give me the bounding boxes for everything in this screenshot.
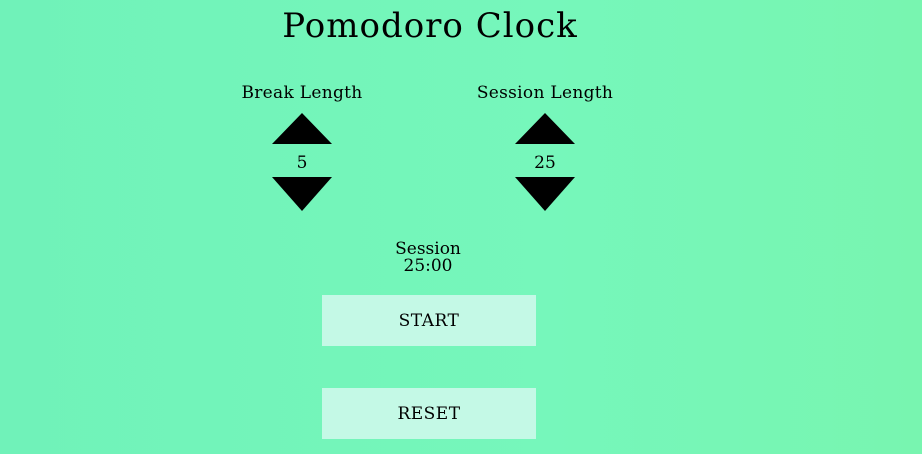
session-length-label: Session Length <box>476 83 614 103</box>
timer-time: 25:00 <box>403 256 453 276</box>
session-decrement-icon[interactable] <box>515 177 575 211</box>
reset-button[interactable]: RESET <box>322 388 536 439</box>
session-length-value: 25 <box>534 153 556 173</box>
page-title: Pomodoro Clock <box>282 6 578 46</box>
session-length-control: Session Length 25 <box>445 82 645 211</box>
break-decrement-icon[interactable] <box>272 177 332 211</box>
break-length-control: Break Length 5 <box>202 82 402 211</box>
start-button[interactable]: START <box>322 295 536 346</box>
session-increment-icon[interactable] <box>515 113 575 144</box>
break-length-label: Break Length <box>241 83 363 103</box>
break-length-value: 5 <box>296 153 308 173</box>
break-increment-icon[interactable] <box>272 113 332 144</box>
timer-display: Session 25:00 <box>328 241 528 275</box>
